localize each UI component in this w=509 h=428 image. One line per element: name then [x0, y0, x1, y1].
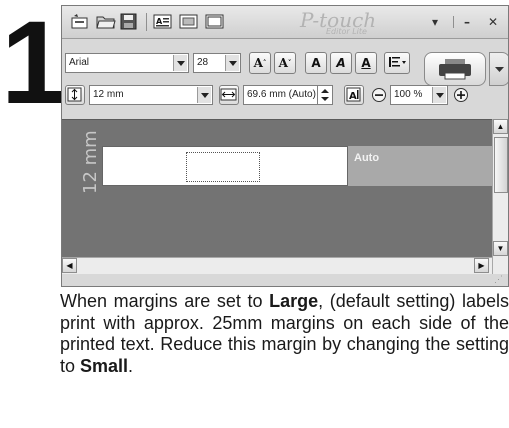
- new-label-icon[interactable]: [70, 13, 88, 29]
- chevron-down-icon[interactable]: [173, 55, 187, 71]
- tape-width-value: 12 mm: [93, 89, 124, 100]
- vertical-scroll-thumb[interactable]: [494, 137, 508, 193]
- instruction-paragraph: When margins are set to Large, (default …: [60, 291, 509, 377]
- zoom-out-icon: [372, 88, 386, 102]
- zoom-in-button[interactable]: [453, 87, 469, 103]
- alignment-button[interactable]: [384, 52, 410, 74]
- scroll-down-icon[interactable]: ▼: [493, 241, 508, 256]
- italic-icon: A: [336, 56, 346, 70]
- label-length-spinner[interactable]: [317, 85, 333, 105]
- label-length-value: 69.6 mm (Auto): [247, 89, 316, 100]
- zoom-select[interactable]: 100 %: [390, 85, 448, 105]
- window-control-separator: [453, 16, 454, 28]
- layout-toolbar: 12 mm 69.6 mm (Auto) A 100 %: [62, 84, 508, 110]
- window-menu-icon[interactable]: ▾: [432, 15, 438, 29]
- spinner-arrows-icon: [321, 89, 329, 101]
- ptouch-editor-lite-window: A P-touch Editor Lite ▾ – ✕ Arial 28 A˄ …: [61, 5, 509, 287]
- close-icon[interactable]: ✕: [488, 15, 498, 29]
- text-icon[interactable]: A: [153, 13, 172, 29]
- small-setting-term: Small: [80, 355, 129, 376]
- chevron-down-icon: [495, 67, 504, 72]
- font-size-value: 28: [197, 57, 209, 68]
- large-setting-term: Large: [269, 291, 319, 311]
- tape-width-button[interactable]: [65, 85, 85, 105]
- font-name-value: Arial: [69, 57, 90, 68]
- resize-grip-icon[interactable]: ⋰: [494, 274, 508, 286]
- horizontal-scrollbar[interactable]: ◀ ▶: [62, 257, 492, 274]
- scroll-up-icon[interactable]: ▲: [493, 119, 508, 134]
- step-number: 1: [1, 0, 67, 129]
- up-mark-icon: ˄: [262, 58, 267, 67]
- text-box-placeholder[interactable]: [186, 152, 260, 182]
- font-size-select[interactable]: 28: [193, 53, 241, 73]
- svg-text:A: A: [156, 17, 163, 26]
- image-icon[interactable]: [205, 13, 224, 29]
- increase-font-icon: A: [253, 56, 263, 70]
- auto-fit-icon: A: [346, 87, 361, 102]
- chevron-down-icon[interactable]: [225, 55, 239, 71]
- font-name-select[interactable]: Arial: [65, 53, 189, 73]
- chevron-down-icon[interactable]: [432, 87, 446, 103]
- zoom-out-button[interactable]: [371, 87, 387, 103]
- label-length-icon: [220, 88, 237, 101]
- print-button[interactable]: [424, 52, 486, 86]
- label-canvas[interactable]: 12 mm Auto: [62, 119, 492, 258]
- bold-icon: A: [311, 56, 321, 70]
- svg-text:A: A: [349, 91, 357, 102]
- title-bar: A P-touch Editor Lite ▾ – ✕: [62, 6, 508, 39]
- underline-icon: A: [361, 56, 371, 70]
- label-length-field[interactable]: 69.6 mm (Auto): [243, 85, 317, 105]
- auto-length-label: Auto: [354, 152, 380, 164]
- instruction-part-1: When margins are set to: [60, 291, 270, 311]
- open-icon[interactable]: [96, 13, 116, 29]
- auto-fit-button[interactable]: A: [344, 85, 364, 105]
- toolbar-separator: [146, 13, 147, 31]
- instruction-text: When margins are set to Large, (default …: [60, 291, 509, 377]
- save-icon[interactable]: [120, 13, 138, 30]
- label-length-button[interactable]: [219, 85, 239, 105]
- italic-button[interactable]: A: [330, 52, 352, 74]
- down-mark-icon: ˅: [287, 58, 292, 67]
- decrease-font-size-button[interactable]: A˅: [274, 52, 296, 74]
- print-options-dropdown[interactable]: [489, 52, 508, 86]
- tape-width-icon: [67, 87, 82, 102]
- frame-icon[interactable]: [179, 13, 198, 29]
- app-brand-subtitle: Editor Lite: [326, 27, 367, 36]
- zoom-in-icon: [454, 88, 468, 102]
- minimize-icon[interactable]: –: [464, 15, 470, 29]
- zoom-value: 100 %: [394, 89, 423, 100]
- increase-font-size-button[interactable]: A˄: [249, 52, 271, 74]
- scroll-left-icon[interactable]: ◀: [62, 258, 77, 273]
- tape-width-ruler-label: 12 mm: [80, 130, 101, 194]
- label-preview[interactable]: [102, 146, 348, 186]
- chevron-down-icon[interactable]: [197, 87, 211, 103]
- scroll-right-icon[interactable]: ▶: [474, 258, 489, 273]
- underline-button[interactable]: A: [355, 52, 377, 74]
- vertical-scrollbar[interactable]: ▲ ▼: [492, 119, 508, 274]
- decrease-font-icon: A: [278, 56, 288, 70]
- bold-button[interactable]: A: [305, 52, 327, 74]
- alignment-icon: [389, 57, 406, 67]
- tape-width-select[interactable]: 12 mm: [89, 85, 213, 105]
- print-icon: [439, 59, 471, 80]
- instruction-part-3: .: [128, 355, 134, 376]
